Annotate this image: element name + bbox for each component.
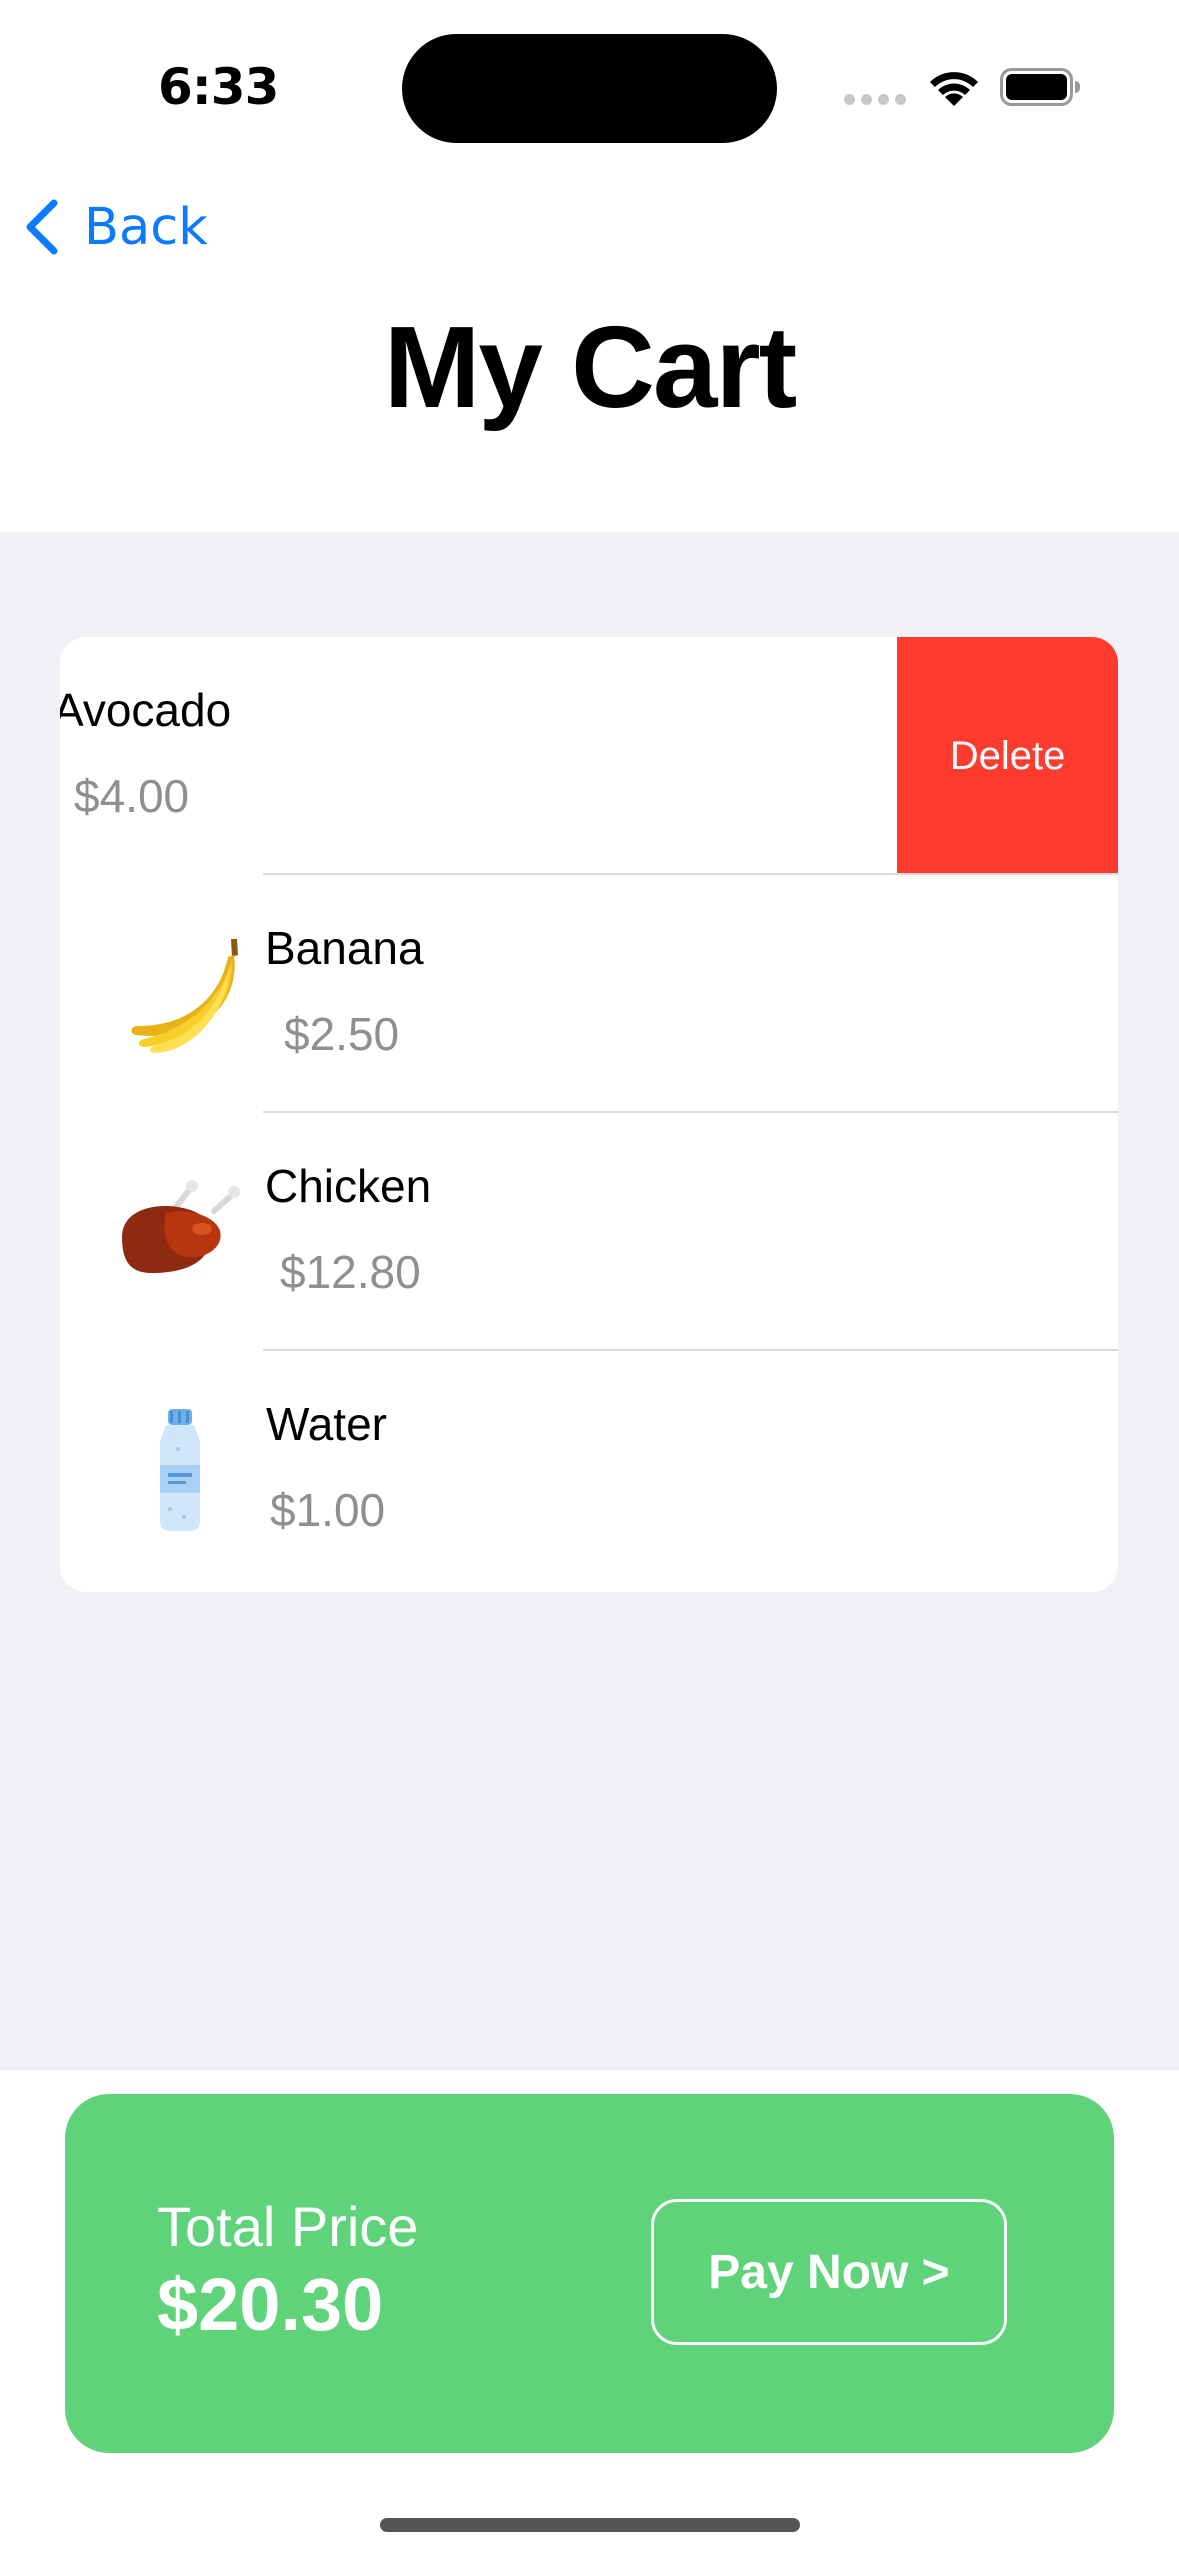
- item-name: Banana: [265, 922, 424, 974]
- cart-item-banana[interactable]: Banana $2.50: [60, 875, 1118, 1113]
- water-bottle-icon: [160, 1409, 200, 1531]
- chicken-icon: [122, 1180, 240, 1273]
- battery-icon: [1000, 68, 1082, 106]
- item-price: $4.00: [74, 770, 190, 822]
- back-label: Back: [84, 197, 208, 257]
- total-price-label: Total Price: [157, 2195, 419, 2258]
- delete-button[interactable]: Delete: [897, 637, 1118, 875]
- page-title: My Cart: [383, 302, 797, 432]
- cellular-signal-icon: [844, 94, 906, 106]
- item-price: $1.00: [270, 1484, 386, 1536]
- item-price: $12.80: [280, 1246, 421, 1298]
- item-name: Avocado: [60, 684, 232, 736]
- home-indicator[interactable]: [380, 2518, 800, 2532]
- item-name: Water: [266, 1398, 387, 1450]
- cart-item-chicken[interactable]: Chicken $12.80: [60, 1113, 1118, 1351]
- status-time: 6:33: [158, 58, 279, 116]
- total-price-value: $20.30: [157, 2263, 384, 2346]
- item-price: $2.50: [284, 1008, 400, 1060]
- back-button[interactable]: Back: [22, 192, 208, 262]
- chevron-left-icon: [26, 199, 58, 255]
- cart-list: Avocado $4.00 Delete Banana $2.50 Chicke…: [60, 637, 1118, 1592]
- item-name: Chicken: [265, 1160, 432, 1212]
- wifi-icon: [926, 66, 982, 108]
- cart-item-water[interactable]: Water $1.00: [60, 1351, 1118, 1589]
- banana-icon: [131, 939, 238, 1053]
- dynamic-island: [402, 34, 777, 143]
- pay-now-button[interactable]: Pay Now >: [651, 2199, 1007, 2345]
- cart-item-avocado[interactable]: Avocado $4.00 Delete: [60, 637, 1118, 875]
- checkout-panel: Total Price $20.30 Pay Now >: [65, 2094, 1114, 2453]
